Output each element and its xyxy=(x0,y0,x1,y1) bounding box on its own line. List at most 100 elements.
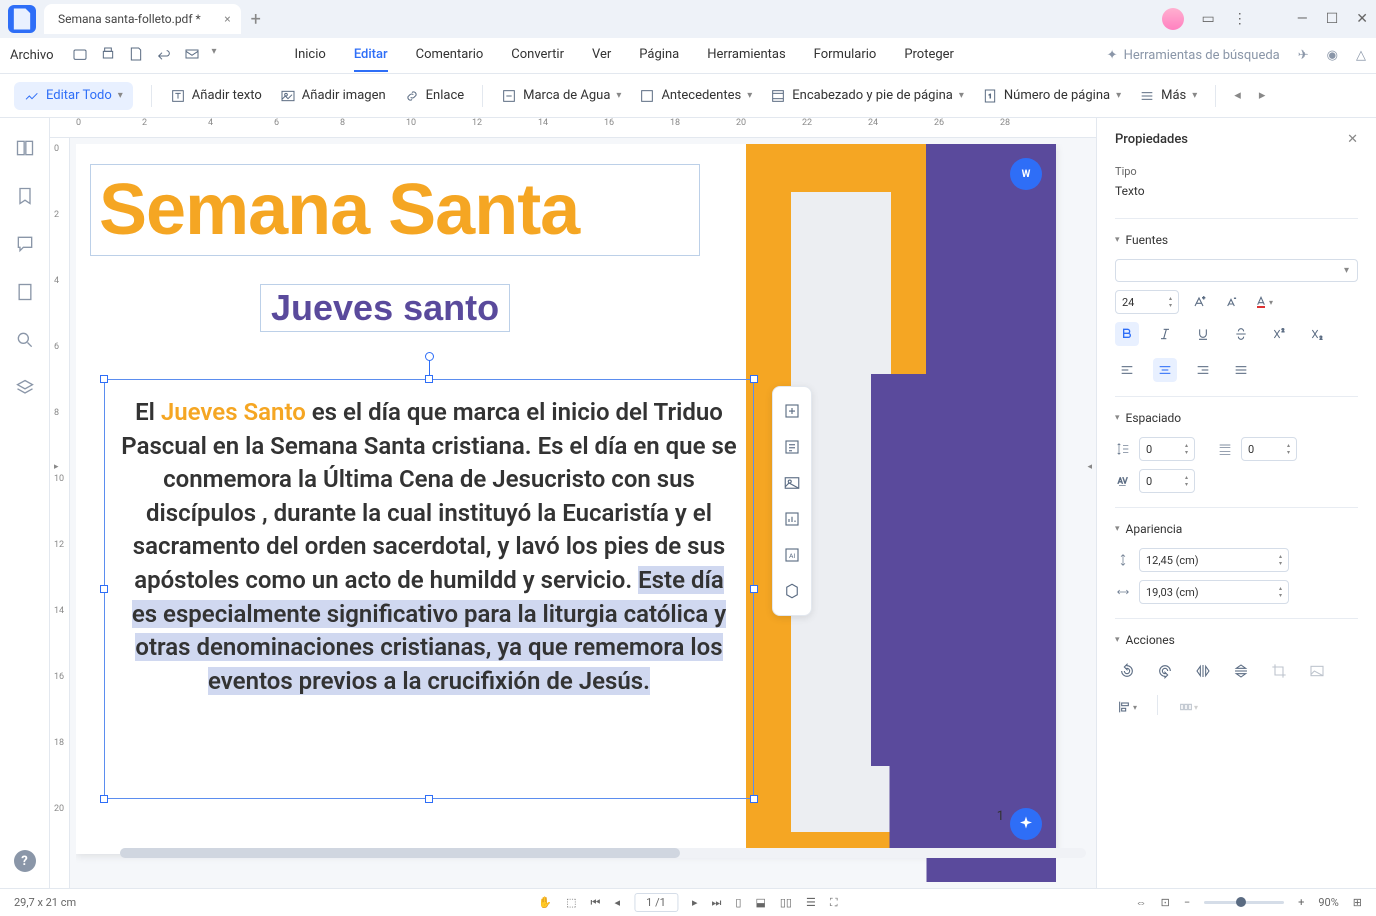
scroll-left-icon[interactable]: ◂ xyxy=(1234,88,1241,103)
align-justify-icon[interactable] xyxy=(1229,358,1253,382)
prev-page-icon[interactable]: ◂ xyxy=(614,896,620,909)
last-page-icon[interactable]: ⏭ xyxy=(712,896,722,910)
tab-formulario[interactable]: Formulario xyxy=(814,39,877,72)
maximize-icon[interactable]: ☐ xyxy=(1326,11,1339,27)
tab-editar[interactable]: Editar xyxy=(354,39,388,72)
open-icon[interactable] xyxy=(72,46,88,66)
tab-convertir[interactable]: Convertir xyxy=(511,39,564,72)
page-number-button[interactable]: 1Número de página▾ xyxy=(982,88,1121,104)
document-page[interactable]: W Semana Santa Jueves santo El Jueves Sa… xyxy=(76,144,1056,854)
tab-herramientas[interactable]: Herramientas xyxy=(707,39,785,72)
zoom-value[interactable]: 90% xyxy=(1318,896,1338,909)
resize-handle-e[interactable] xyxy=(750,585,758,593)
cloud-icon[interactable]: ◉ xyxy=(1327,48,1338,63)
resize-handle-s[interactable] xyxy=(425,795,433,803)
zoom-out-icon[interactable]: − xyxy=(1184,896,1190,909)
body-text-box[interactable]: El Jueves Santo es el día que marca el i… xyxy=(104,379,754,799)
qat-dropdown-icon[interactable]: ▾ xyxy=(212,46,217,66)
tab-inicio[interactable]: Inicio xyxy=(295,39,326,72)
appearance-section-header[interactable]: Apariencia xyxy=(1115,522,1358,536)
scrollbar-thumb[interactable] xyxy=(120,848,680,858)
close-panel-icon[interactable]: ✕ xyxy=(1347,132,1358,147)
char-spacing-input[interactable]: 0▴▾ xyxy=(1139,469,1195,493)
tab-pagina[interactable]: Página xyxy=(639,39,679,72)
align-left-icon[interactable] xyxy=(1115,358,1139,382)
help-icon[interactable]: ? xyxy=(14,850,36,872)
ai-badge[interactable] xyxy=(1010,808,1042,840)
bold-icon[interactable] xyxy=(1115,322,1139,346)
rotate-right-icon[interactable] xyxy=(1153,659,1177,683)
comments-icon[interactable] xyxy=(15,234,35,258)
tab-comentario[interactable]: Comentario xyxy=(416,39,484,72)
zoom-in-icon[interactable]: + xyxy=(1298,896,1304,909)
font-color-icon[interactable]: ▾ xyxy=(1251,290,1275,314)
subtitle-text-box[interactable]: Jueves santo xyxy=(260,284,510,332)
italic-icon[interactable] xyxy=(1153,322,1177,346)
resize-handle-sw[interactable] xyxy=(100,795,108,803)
undo-icon[interactable] xyxy=(156,46,172,66)
horizontal-scrollbar[interactable] xyxy=(120,848,1086,858)
zoom-reset-icon[interactable]: ⊞ xyxy=(1353,896,1362,909)
file-menu[interactable]: Archivo xyxy=(10,48,54,63)
read-mode-icon[interactable]: ☰ xyxy=(806,896,816,909)
align-center-icon[interactable] xyxy=(1153,358,1177,382)
more-button[interactable]: Más▾ xyxy=(1139,88,1197,104)
single-page-icon[interactable]: ▯ xyxy=(735,896,741,909)
align-right-icon[interactable] xyxy=(1191,358,1215,382)
bookmarks-icon[interactable] xyxy=(15,186,35,210)
line-spacing-input[interactable]: 0▴▾ xyxy=(1139,437,1195,461)
first-page-icon[interactable]: ⏮ xyxy=(591,896,601,910)
chat-icon[interactable]: ▭ xyxy=(1202,11,1215,27)
link-button[interactable]: Enlace xyxy=(404,88,465,104)
share-icon[interactable]: ✈ xyxy=(1298,48,1309,63)
decrease-font-icon[interactable]: - xyxy=(1219,290,1243,314)
scroll-right-icon[interactable]: ▸ xyxy=(1259,88,1266,103)
zoom-slider[interactable] xyxy=(1204,901,1284,904)
resize-handle-nw[interactable] xyxy=(100,375,108,383)
kebab-menu-icon[interactable]: ⋮ xyxy=(1233,11,1247,27)
fit-width-icon[interactable]: ⇔ xyxy=(1136,896,1147,909)
attachments-icon[interactable] xyxy=(15,282,35,306)
page-input[interactable]: 1 /1 xyxy=(634,893,678,912)
continuous-icon[interactable]: ⬓ xyxy=(755,896,765,909)
width-input[interactable]: 19,03 (cm)▴▾ xyxy=(1139,580,1289,604)
font-size-input[interactable]: 24▴▾ xyxy=(1115,290,1179,314)
para-spacing-input[interactable]: 0▴▾ xyxy=(1241,437,1297,461)
float-add-icon[interactable] xyxy=(773,393,811,429)
flip-h-icon[interactable] xyxy=(1191,659,1215,683)
float-chart-icon[interactable] xyxy=(773,501,811,537)
new-tab-button[interactable]: + xyxy=(251,9,261,30)
layers-icon[interactable] xyxy=(15,378,35,402)
tab-proteger[interactable]: Proteger xyxy=(904,39,954,72)
increase-font-icon[interactable]: + xyxy=(1187,290,1211,314)
resize-handle-ne[interactable] xyxy=(750,375,758,383)
float-text-icon[interactable] xyxy=(773,429,811,465)
select-tool-icon[interactable]: ⬚ xyxy=(566,896,576,909)
rotate-left-icon[interactable] xyxy=(1115,659,1139,683)
zoom-thumb[interactable] xyxy=(1236,897,1246,907)
tab-ver[interactable]: Ver xyxy=(592,39,611,72)
next-page-icon[interactable]: ▸ xyxy=(692,896,698,909)
superscript-icon[interactable]: 2 xyxy=(1267,322,1291,346)
close-tab-icon[interactable]: × xyxy=(224,12,230,26)
resize-handle-se[interactable] xyxy=(750,795,758,803)
search-tools[interactable]: ✦ Herramientas de búsqueda xyxy=(1107,48,1280,63)
user-avatar[interactable] xyxy=(1162,8,1184,30)
underline-icon[interactable] xyxy=(1191,322,1215,346)
background-button[interactable]: Antecedentes▾ xyxy=(639,88,752,104)
resize-handle-n[interactable] xyxy=(425,375,433,383)
strikethrough-icon[interactable] xyxy=(1229,322,1253,346)
float-image-icon[interactable] xyxy=(773,465,811,501)
font-family-select[interactable]: ▾ xyxy=(1115,259,1358,282)
print-icon[interactable] xyxy=(100,46,116,66)
edit-all-button[interactable]: Editar Todo▾ xyxy=(14,82,133,110)
fit-page-icon[interactable]: ⊡ xyxy=(1161,896,1170,909)
align-objects-icon[interactable]: ▾ xyxy=(1115,695,1139,719)
actions-section-header[interactable]: Acciones xyxy=(1115,633,1358,647)
thumbnails-icon[interactable] xyxy=(15,138,35,162)
minimize-icon[interactable]: — xyxy=(1297,11,1308,27)
hand-tool-icon[interactable]: ✋ xyxy=(538,896,552,909)
word-export-badge[interactable]: W xyxy=(1010,158,1042,190)
float-ai-icon[interactable]: AI xyxy=(773,537,811,573)
title-text-box[interactable]: Semana Santa xyxy=(90,164,700,256)
